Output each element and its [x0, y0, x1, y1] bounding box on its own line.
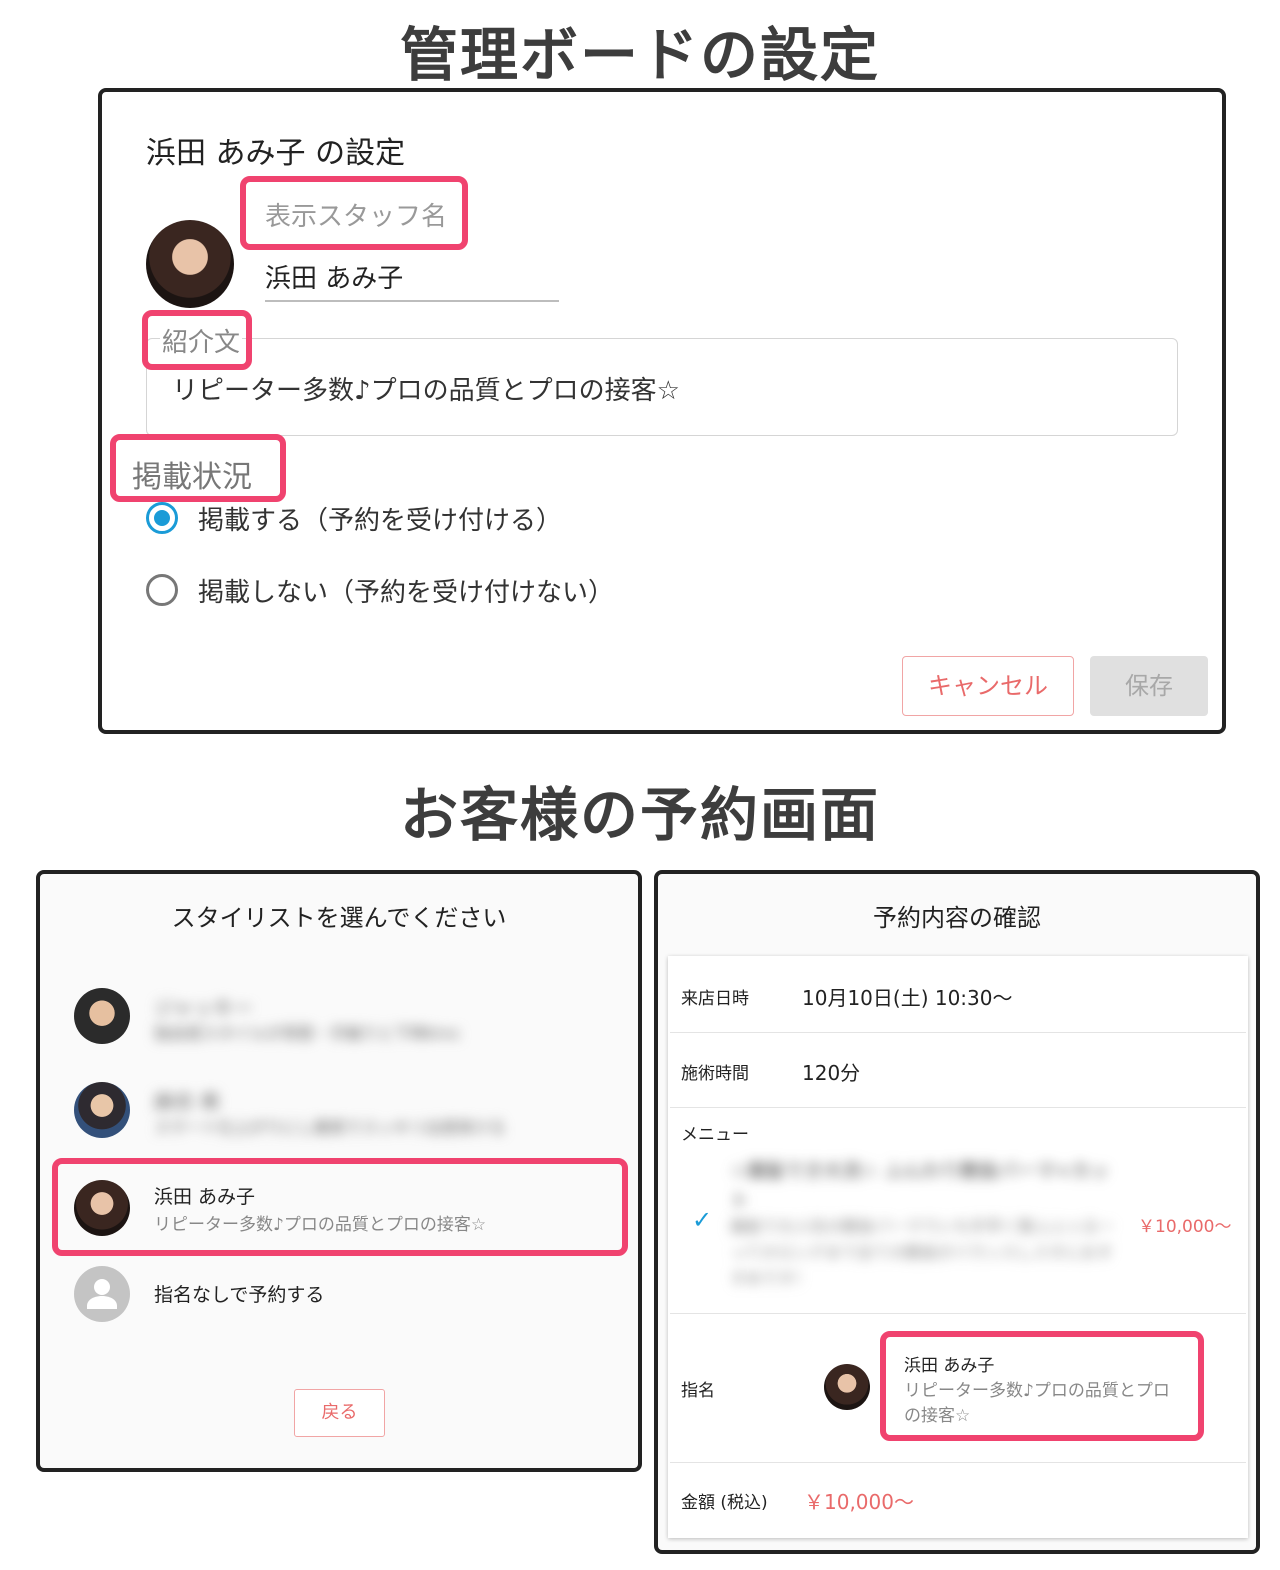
status-option-unpublish[interactable]: 掲載しない（予約を受け付けない）: [198, 572, 614, 609]
menu-label: メニュー: [681, 1125, 749, 1145]
confirm-panel-title: 予約内容の確認: [873, 904, 1041, 932]
visit-datetime-label: 来店日時: [681, 989, 749, 1009]
no-preference-item[interactable]: 指名なしで予約する: [52, 1262, 628, 1326]
dialog-title: 浜田 あみ子 の設定: [146, 136, 406, 171]
staff-avatar[interactable]: [146, 220, 234, 308]
check-icon: ✓: [692, 1206, 713, 1234]
stylist-panel-title: スタイリストを選んでください: [171, 904, 507, 932]
row-divider: [670, 1462, 1246, 1463]
highlight-display-name-label: [240, 176, 468, 250]
default-user-icon: [74, 1266, 130, 1322]
menu-description: 魔髪で大人気の艶抜パーマでいち手早く整ふふぅるーってかロングまで全ての艶抜がバラ…: [730, 1217, 1115, 1288]
display-name-input[interactable]: 浜田 あみ子: [265, 258, 559, 302]
save-button[interactable]: 保存: [1090, 656, 1208, 716]
menu-name: ☆魔髪でき大流☆ ふんわり艶抜パーマ+カット: [730, 1160, 1110, 1212]
stylist-intro: スマート仕上がりにし確実でスッキリ出感来ける: [154, 1118, 506, 1137]
row-divider: [670, 1313, 1246, 1314]
status-radio-publish[interactable]: [146, 502, 178, 534]
no-preference-label: 指名なしで予約する: [154, 1284, 325, 1306]
menu-price: ￥10,000〜: [1138, 1217, 1232, 1237]
total-value: ￥10,000〜: [804, 1490, 914, 1514]
stylist-intro: 独自感スタイルが得意・手触りと下時Kmc: [154, 1024, 461, 1043]
highlight-nominee: [880, 1331, 1204, 1441]
duration-label: 施術時間: [681, 1064, 749, 1084]
row-divider: [670, 1107, 1246, 1108]
stylist-list-item[interactable]: 麻衣 希 スマート仕上がりにし確実でスッキリ出感来ける: [52, 1068, 628, 1152]
cancel-button[interactable]: キャンセル: [902, 656, 1074, 716]
customer-section-heading: お客様の予約画面: [399, 781, 880, 849]
intro-text: リピーター多数♪プロの品質とプロの接客☆: [172, 376, 680, 406]
duration-value: 120分: [802, 1061, 861, 1085]
stylist-name: ジャッキー: [154, 996, 253, 1020]
highlight-selected-stylist: [52, 1158, 628, 1256]
status-option-publish[interactable]: 掲載する（予約を受け付ける）: [198, 500, 562, 537]
highlight-status-label: [110, 434, 286, 502]
nominee-avatar: [824, 1364, 870, 1410]
status-radio-unpublish[interactable]: [146, 574, 178, 606]
stylist-list-item[interactable]: ジャッキー 独自感スタイルが得意・手触りと下時Kmc: [52, 974, 628, 1058]
row-divider: [670, 1032, 1246, 1033]
total-label: 金額 (税込): [681, 1493, 768, 1513]
back-button[interactable]: 戻る: [294, 1389, 385, 1437]
stylist-name: 麻衣 希: [154, 1090, 221, 1114]
stylist-avatar: [74, 1082, 130, 1138]
nomination-label: 指名: [681, 1381, 715, 1401]
highlight-intro-label: [142, 310, 252, 370]
admin-section-heading: 管理ボードの設定: [399, 21, 880, 89]
visit-datetime-value: 10月10日(土) 10:30〜: [802, 986, 1013, 1010]
stylist-avatar: [74, 988, 130, 1044]
